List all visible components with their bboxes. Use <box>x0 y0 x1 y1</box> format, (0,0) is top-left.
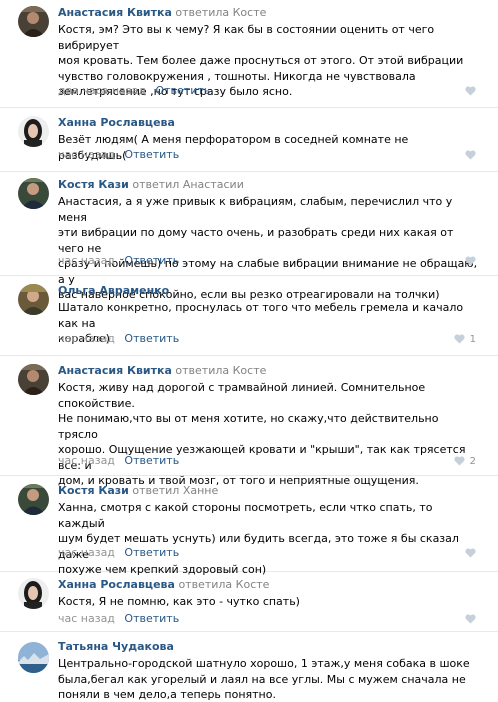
author-name[interactable]: Анастасия Квитка <box>58 364 172 377</box>
comment-text: Центрально-городской шатнуло хорошо, 1 э… <box>58 657 470 701</box>
comment-time[interactable]: час назад <box>58 454 115 467</box>
comment-text: Костя, живу над дорогой с трамвайной лин… <box>58 381 466 487</box>
comment-footer: час назад Ответить <box>58 148 179 162</box>
heart-icon <box>454 456 465 466</box>
comment-text: Костя, Я не помню, как это - чутко спать… <box>58 595 300 608</box>
like-button[interactable] <box>465 612 476 626</box>
reply-button[interactable]: Ответить <box>124 148 179 161</box>
author-name[interactable]: Анастасия Квитка <box>58 6 172 19</box>
comment-footer: час назад Ответить <box>58 254 179 268</box>
replied-verb: ответила <box>175 6 230 19</box>
reply-button[interactable]: Ответить <box>155 84 210 97</box>
heart-icon <box>465 86 476 96</box>
comment-time[interactable]: час назад <box>58 148 115 161</box>
reply-button[interactable]: Ответить <box>124 254 179 267</box>
author-name[interactable]: Ольга Авраменко <box>58 284 169 297</box>
reply-button[interactable]: Ответить <box>124 612 179 625</box>
comment-header: Анастасия Квитка ответила Косте <box>58 364 480 378</box>
replied-verb: ответил <box>132 178 180 191</box>
reply-to-name[interactable]: Ханне <box>183 484 218 497</box>
comment-text: Ханна, смотря с какой стороны посмотреть… <box>58 501 459 576</box>
heart-icon <box>465 150 476 160</box>
comment-header: Костя Кази ответил Анастасии <box>58 178 480 192</box>
comment-item: Анастасия Квитка ответила Косте Костя, ж… <box>0 356 498 487</box>
author-name[interactable]: Ханна Рославцева <box>58 578 175 591</box>
like-button[interactable] <box>465 148 476 162</box>
comment-item: Костя Кази ответил Ханне Ханна, смотря с… <box>0 476 498 576</box>
comment-header: Ольга Авраменко <box>58 284 480 298</box>
comment-time[interactable]: два часа назад <box>58 84 146 97</box>
heart-icon <box>465 614 476 624</box>
author-name[interactable]: Костя Кази <box>58 484 129 497</box>
comment-item: Костя Кази ответил Анастасии Анастасия, … <box>0 172 498 301</box>
avatar[interactable] <box>18 284 49 315</box>
comment-item: Ханна Рославцева ответила Косте Костя, Я… <box>0 572 498 632</box>
author-name[interactable]: Татьяна Чудакова <box>58 640 174 653</box>
comment-item: Анастасия Квитка ответила Косте Костя, э… <box>0 0 498 108</box>
comment-time[interactable]: час назад <box>58 332 115 345</box>
reply-button[interactable]: Ответить <box>124 332 179 345</box>
comment-header: Ханна Рославцева <box>58 116 480 130</box>
avatar[interactable] <box>18 6 49 37</box>
comment-time[interactable]: час назад <box>58 546 115 559</box>
comment-footer: час назад Ответить <box>58 454 179 468</box>
comment-time[interactable]: час назад <box>58 612 115 625</box>
heart-icon <box>465 548 476 558</box>
comment-header: Татьяна Чудакова <box>58 640 480 654</box>
reply-to-name[interactable]: Косте <box>233 364 267 377</box>
avatar[interactable] <box>18 116 49 147</box>
comments-list: Анастасия Квитка ответила Косте Костя, э… <box>0 0 498 702</box>
reply-to-name[interactable]: Косте <box>236 578 270 591</box>
like-button[interactable] <box>465 84 476 98</box>
comment-time[interactable]: час назад <box>58 254 115 267</box>
like-button[interactable] <box>465 546 476 560</box>
comment-content: Татьяна Чудакова Центрально-городской ша… <box>58 640 480 702</box>
comment-header: Ханна Рославцева ответила Косте <box>58 578 480 592</box>
like-count: 2 <box>469 455 476 467</box>
like-button[interactable]: 1 <box>454 332 476 346</box>
comment-item: Татьяна Чудакова Центрально-городской ша… <box>0 632 498 702</box>
comment-item: Ольга Авраменко Шатало конкретно, просну… <box>0 276 498 356</box>
avatar[interactable] <box>18 484 49 515</box>
replied-verb: ответила <box>178 578 233 591</box>
comment-footer: час назад Ответить <box>58 332 179 346</box>
avatar[interactable] <box>18 642 49 673</box>
author-name[interactable]: Костя Кази <box>58 178 129 191</box>
comment-footer: час назад Ответить <box>58 612 179 626</box>
avatar[interactable] <box>18 178 49 209</box>
avatar[interactable] <box>18 578 49 609</box>
like-button[interactable]: 2 <box>454 454 476 468</box>
heart-icon <box>465 256 476 266</box>
replied-verb: ответил <box>132 484 180 497</box>
replied-verb: ответила <box>175 364 230 377</box>
like-count: 1 <box>469 333 476 345</box>
comment-footer: час назад Ответить <box>58 546 179 560</box>
heart-icon <box>454 334 465 344</box>
comment-content: Костя Кази ответил Ханне Ханна, смотря с… <box>58 484 480 578</box>
like-button[interactable] <box>465 254 476 268</box>
reply-button[interactable]: Ответить <box>124 454 179 467</box>
comment-item: Ханна Рославцева Везёт людям( А меня пер… <box>0 108 498 172</box>
comment-content: Анастасия Квитка ответила Косте Костя, ж… <box>58 364 480 489</box>
author-name[interactable]: Ханна Рославцева <box>58 116 175 129</box>
comment-footer: два часа назад Ответить <box>58 84 210 98</box>
reply-to-name[interactable]: Анастасии <box>183 178 244 191</box>
reply-button[interactable]: Ответить <box>124 546 179 559</box>
comment-header: Костя Кази ответил Ханне <box>58 484 480 498</box>
avatar[interactable] <box>18 364 49 395</box>
comment-content: Ханна Рославцева ответила Косте Костя, Я… <box>58 578 480 610</box>
reply-to-name[interactable]: Косте <box>233 6 267 19</box>
comment-header: Анастасия Квитка ответила Косте <box>58 6 480 20</box>
